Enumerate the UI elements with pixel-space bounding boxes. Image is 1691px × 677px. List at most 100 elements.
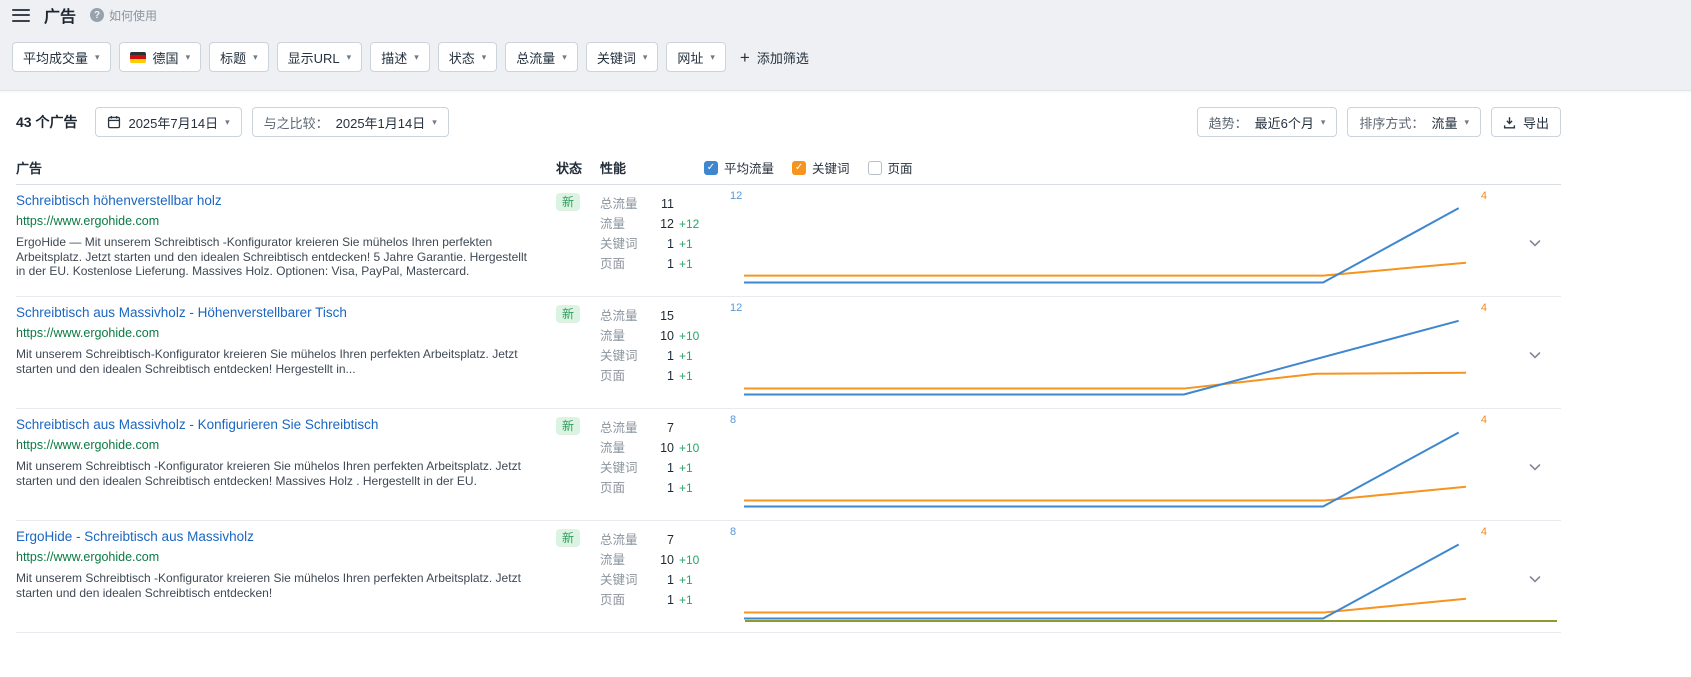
trend-lines — [744, 313, 1477, 397]
metric-value: 1 — [652, 593, 674, 607]
ad-title-link[interactable]: Schreibtisch aus Massivholz - Höhenverst… — [16, 305, 347, 322]
ad-title-link[interactable]: Schreibtisch aus Massivholz - Konfigurie… — [16, 417, 378, 434]
chevron-down-icon — [1527, 235, 1543, 251]
filter-button[interactable]: 德国 ▾ — [119, 42, 202, 72]
metric-delta: +1 — [679, 573, 693, 587]
metric-value: 1 — [652, 257, 674, 271]
expand-row-button[interactable] — [1523, 455, 1547, 482]
status-cell: 新 — [556, 529, 600, 632]
chevron-down-icon: ▾ — [1321, 118, 1326, 127]
export-button[interactable]: 导出 — [1491, 107, 1561, 137]
add-filter-button[interactable]: + 添加筛选 — [734, 48, 815, 67]
legend-checkbox-item[interactable]: 页面 — [868, 158, 913, 177]
chevron-down-icon — [1527, 459, 1543, 475]
ad-description: Mit unserem Schreibtisch-Konfigurator kr… — [16, 347, 530, 376]
chart-right-axis-label: 4 — [1481, 190, 1487, 202]
toolbar: 43 个广告 2025年7月14日 ▾ 与之比较： 2025年1月14日 ▾ 趋… — [16, 107, 1561, 137]
sort-by-button[interactable]: 排序方式： 流量 ▾ — [1347, 107, 1481, 137]
hamburger-menu-icon[interactable] — [12, 9, 30, 22]
metric-row: 流量 12 +12 — [600, 213, 730, 233]
trend-lines — [744, 425, 1477, 509]
toolbar-left: 43 个广告 2025年7月14日 ▾ 与之比较： 2025年1月14日 ▾ — [16, 107, 449, 137]
ad-row: Schreibtisch aus Massivholz - Höhenverst… — [16, 297, 1561, 409]
legend-checkbox-item[interactable]: ✓ 关键词 — [792, 158, 850, 177]
filter-button[interactable]: 总流量 ▾ — [505, 42, 578, 72]
chevron-down-icon: ▾ — [643, 53, 648, 62]
ad-cell: Schreibtisch aus Massivholz - Konfigurie… — [16, 417, 556, 520]
expand-row-button[interactable] — [1523, 567, 1547, 594]
metric-label: 流量 — [600, 325, 652, 344]
expand-row-button[interactable] — [1523, 343, 1547, 370]
expand-row-button[interactable] — [1523, 231, 1547, 258]
chevron-down-icon: ▾ — [225, 118, 230, 127]
filter-button[interactable]: 网址 ▾ — [666, 42, 726, 72]
filter-button[interactable]: 描述 ▾ — [370, 42, 430, 72]
legend-label: 关键词 — [812, 158, 850, 177]
status-badge: 新 — [556, 193, 580, 211]
metrics-cell: 总流量 7 流量 10 +10 关键词 1 +1 页面 1 +1 — [600, 529, 730, 632]
chart-left-axis-label: 12 — [730, 190, 742, 202]
sort-value: 流量 — [1431, 113, 1457, 132]
date-picker-button[interactable]: 2025年7月14日 ▾ — [95, 107, 241, 137]
chevron-down-icon: ▾ — [432, 118, 437, 127]
legend-label: 页面 — [888, 158, 913, 177]
checkbox-icon: ✓ — [792, 161, 806, 175]
compare-date-value: 2025年1月14日 — [336, 113, 426, 132]
legend-checkbox-item[interactable]: ✓ 平均流量 — [704, 158, 774, 177]
question-icon: ? — [90, 8, 104, 22]
metric-row: 关键词 1 +1 — [600, 569, 730, 589]
ad-cell: ErgoHide - Schreibtisch aus Massivholz h… — [16, 529, 556, 632]
filter-button[interactable]: 标题 ▾ — [209, 42, 269, 72]
metric-delta: +10 — [679, 329, 699, 343]
status-badge: 新 — [556, 305, 580, 323]
chevron-down-icon: ▾ — [562, 53, 567, 62]
filter-label: 网址 — [677, 48, 703, 67]
metric-value: 10 — [652, 329, 674, 343]
metric-label: 关键词 — [600, 457, 652, 476]
filter-label: 关键词 — [597, 48, 636, 67]
topbar: 广告 ? 如何使用 — [0, 0, 1691, 30]
ad-title-link[interactable]: Schreibtisch höhenverstellbar holz — [16, 193, 222, 210]
metric-delta: +10 — [679, 441, 699, 455]
ad-description: Mit unserem Schreibtisch -Konfigurator k… — [16, 571, 530, 600]
filter-button[interactable]: 显示URL ▾ — [277, 42, 363, 72]
metrics-cell: 总流量 7 流量 10 +10 关键词 1 +1 页面 1 +1 — [600, 417, 730, 520]
metric-label: 流量 — [600, 549, 652, 568]
metrics-cell: 总流量 11 流量 12 +12 关键词 1 +1 页面 1 +1 — [600, 193, 730, 296]
chevron-down-icon: ▾ — [253, 53, 258, 62]
filter-button[interactable]: 状态 ▾ — [438, 42, 498, 72]
metric-label: 关键词 — [600, 233, 652, 252]
metric-delta: +1 — [679, 481, 693, 495]
chevron-down-icon — [1527, 571, 1543, 587]
chart-right-axis-label: 4 — [1481, 302, 1487, 314]
help-link[interactable]: ? 如何使用 — [90, 7, 157, 24]
metric-row: 流量 10 +10 — [600, 549, 730, 569]
germany-flag-icon — [130, 52, 146, 63]
help-label: 如何使用 — [109, 7, 157, 24]
calendar-icon — [107, 115, 121, 129]
filter-bar: 平均成交量 ▾ 德国 ▾ 标题 ▾ 显示URL ▾ 描述 ▾ 状态 ▾ 总流量 … — [0, 30, 1691, 91]
filter-button[interactable]: 关键词 ▾ — [586, 42, 659, 72]
trend-lines — [744, 537, 1477, 621]
metric-row: 关键词 1 +1 — [600, 457, 730, 477]
filter-button[interactable]: 平均成交量 ▾ — [12, 42, 111, 72]
ad-title-link[interactable]: ErgoHide - Schreibtisch aus Massivholz — [16, 529, 254, 546]
trend-label: 趋势： — [1209, 113, 1248, 132]
trend-range-button[interactable]: 趋势： 最近6个月 ▾ — [1197, 107, 1338, 137]
ad-url: https://www.ergohide.com — [16, 437, 530, 453]
metrics-cell: 总流量 15 流量 10 +10 关键词 1 +1 页面 1 +1 — [600, 305, 730, 408]
status-badge: 新 — [556, 529, 580, 547]
trend-value: 最近6个月 — [1255, 113, 1314, 132]
metric-label: 流量 — [600, 213, 652, 232]
ad-description: ErgoHide — Mit unserem Schreibtisch -Kon… — [16, 235, 530, 279]
metric-value: 1 — [652, 573, 674, 587]
metric-label: 总流量 — [600, 529, 652, 548]
page-title: 广告 — [44, 3, 76, 27]
compare-date-button[interactable]: 与之比较： 2025年1月14日 ▾ — [252, 107, 449, 137]
metric-value: 11 — [652, 197, 674, 211]
ad-row: ErgoHide - Schreibtisch aus Massivholz h… — [16, 521, 1561, 633]
metric-row: 总流量 7 — [600, 417, 730, 437]
metric-label: 页面 — [600, 477, 652, 496]
metric-delta: +1 — [679, 237, 693, 251]
metric-value: 12 — [652, 217, 674, 231]
